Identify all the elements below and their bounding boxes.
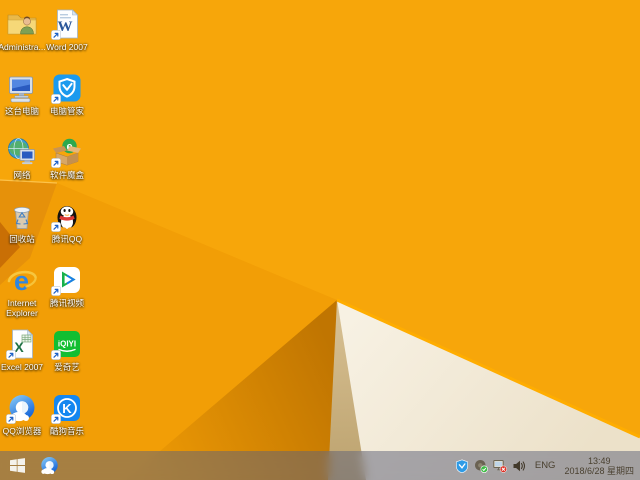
taskbar: ENG 13:49 2018/6/28 星期四	[0, 451, 640, 480]
windows-logo-icon	[10, 458, 25, 473]
desktop-icon-iqiyi[interactable]: iQIYI 爱奇艺	[39, 328, 95, 372]
tencent-qq-icon	[51, 200, 83, 232]
system-tray: ENG 13:49 2018/6/28 星期四	[455, 456, 640, 476]
shortcut-arrow-icon	[6, 350, 16, 360]
iqiyi-icon: iQIYI	[51, 328, 83, 360]
desktop-screen: Administra...WWord 2007这台电脑电脑管家网络e软件魔盒回收…	[0, 0, 640, 480]
user-folder-icon	[6, 8, 38, 40]
desktop-icon-pc-manager[interactable]: 电脑管家	[39, 72, 95, 116]
svg-text:K: K	[62, 401, 72, 416]
shortcut-arrow-icon	[51, 286, 61, 296]
taskbar-pinned-apps	[34, 451, 64, 480]
tray-network-disconnected-icon[interactable]	[493, 459, 507, 473]
excel-2007-icon: X	[6, 328, 38, 360]
shortcut-arrow-icon	[51, 94, 61, 104]
desktop-icon-word-2007[interactable]: W Word 2007	[39, 8, 95, 52]
kugou-music-icon: K	[51, 392, 83, 424]
tray-icons	[455, 459, 526, 473]
desktop-icon-label: 腾讯QQ	[39, 234, 95, 244]
desktop-icon-kugou-music[interactable]: K 酷狗音乐	[39, 392, 95, 436]
desktop-icon-label: 腾讯视频	[39, 298, 95, 308]
desktop-icon-label: Word 2007	[39, 42, 95, 52]
desktop-icon-label: 酷狗音乐	[39, 426, 95, 436]
desktop-icon-label: 电脑管家	[39, 106, 95, 116]
software-box-icon: e	[51, 136, 83, 168]
network-icon	[6, 136, 38, 168]
shortcut-arrow-icon	[51, 350, 61, 360]
desktop-icon-software-box[interactable]: e 软件魔盒	[39, 136, 95, 180]
shortcut-arrow-icon	[51, 414, 61, 424]
desktop-icon-tencent-video[interactable]: 腾讯视频	[39, 264, 95, 308]
desktop-icon-label: 爱奇艺	[39, 362, 95, 372]
qq-browser-icon	[6, 392, 38, 424]
tray-pc-manager-shield-icon[interactable]	[455, 459, 469, 473]
recycle-bin-icon	[6, 200, 38, 232]
start-button[interactable]	[0, 451, 34, 480]
clock-date: 2018/6/28 星期四	[564, 466, 634, 476]
shortcut-arrow-icon	[51, 158, 61, 168]
tencent-video-icon	[51, 264, 83, 296]
svg-text:e: e	[14, 266, 29, 296]
word-2007-icon: W	[51, 8, 83, 40]
language-indicator[interactable]: ENG	[532, 460, 559, 471]
pc-manager-icon	[51, 72, 83, 104]
taskbar-clock[interactable]: 13:49 2018/6/28 星期四	[564, 456, 636, 476]
internet-explorer-icon: e	[6, 264, 38, 296]
desktop-icons-layer: Administra...WWord 2007这台电脑电脑管家网络e软件魔盒回收…	[0, 0, 640, 480]
svg-text:iQIYI: iQIYI	[58, 340, 76, 349]
tray-volume-icon[interactable]	[512, 459, 526, 473]
desktop-icon-tencent-qq[interactable]: 腾讯QQ	[39, 200, 95, 244]
taskbar-pinned-qq-browser[interactable]	[34, 451, 64, 480]
clock-time: 13:49	[564, 456, 634, 466]
desktop-icon-label: 软件魔盒	[39, 170, 95, 180]
shortcut-arrow-icon	[51, 222, 61, 232]
shortcut-arrow-icon	[51, 30, 61, 40]
this-pc-icon	[6, 72, 38, 104]
shortcut-arrow-icon	[6, 414, 16, 424]
tray-updater-check-icon[interactable]	[474, 459, 488, 473]
